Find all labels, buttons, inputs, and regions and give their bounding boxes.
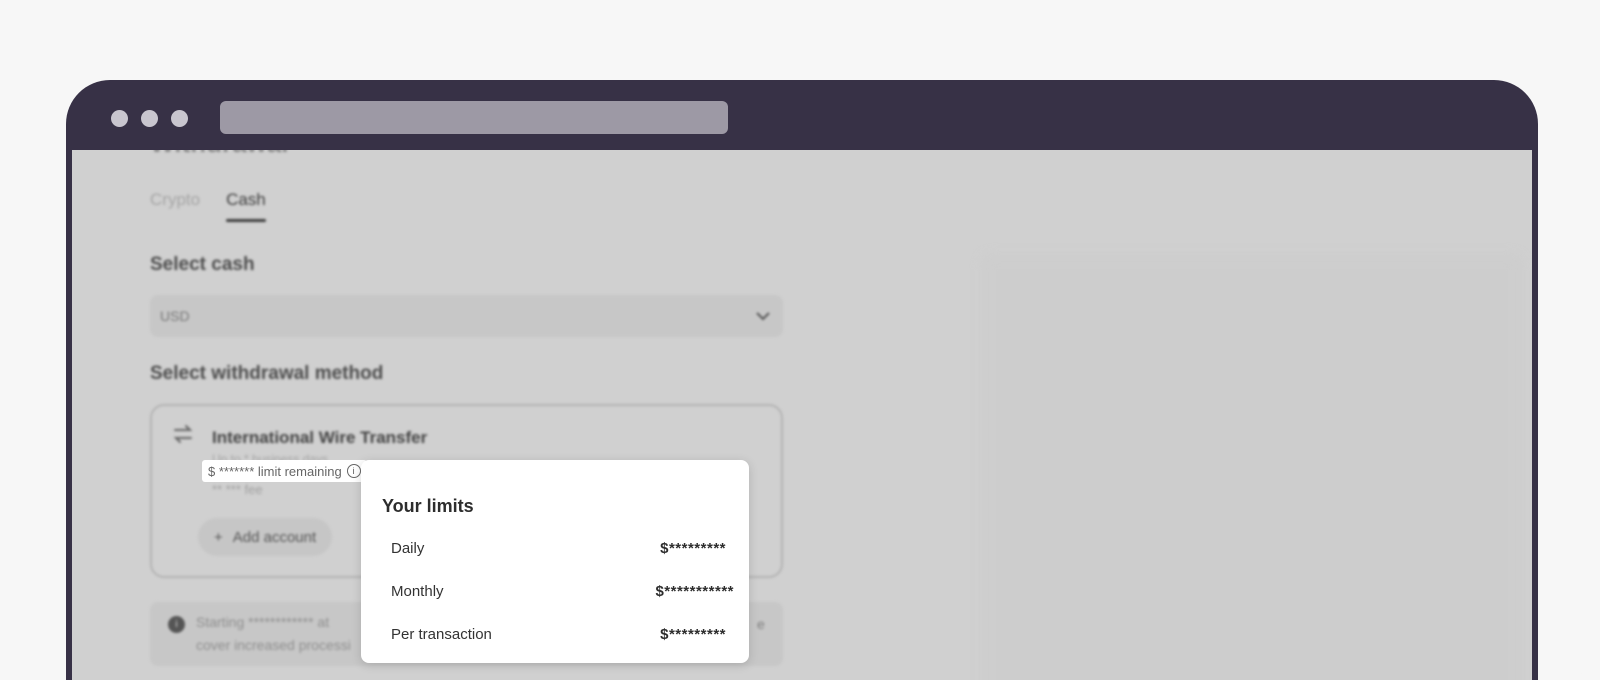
limit-label: Daily: [391, 540, 425, 557]
add-account-button[interactable]: + Add account: [198, 518, 333, 556]
browser-titlebar: [66, 80, 1538, 150]
limits-popover: Your limits Daily $********* Monthly $**…: [361, 460, 749, 663]
window-minimize-dot[interactable]: [141, 110, 158, 127]
limit-remaining-badge[interactable]: $ ******* limit remaining i: [202, 460, 367, 482]
limit-label: Monthly: [391, 583, 444, 600]
add-account-label: Add account: [232, 528, 317, 546]
browser-window: Withdrawal Crypto Cash Select cash USD S…: [66, 80, 1538, 680]
transfer-arrows-icon: [172, 424, 194, 450]
plus-icon: +: [214, 528, 223, 546]
limit-label: Per transaction: [391, 626, 492, 643]
notice-trailing-text: e: [757, 616, 765, 632]
window-close-dot[interactable]: [111, 110, 128, 127]
address-bar[interactable]: [220, 101, 728, 134]
notice-icon: i: [168, 616, 185, 633]
limit-row-per-transaction: Per transaction $*********: [391, 626, 726, 643]
notice-line-2: cover increased processi: [196, 637, 351, 653]
notice-line-1: Starting ************ at: [196, 614, 330, 630]
withdrawal-tabs: Crypto Cash: [150, 190, 266, 222]
tab-crypto[interactable]: Crypto: [150, 190, 200, 222]
limit-value: $*********: [660, 626, 726, 643]
limit-row-monthly: Monthly $***********: [391, 583, 734, 600]
info-icon[interactable]: i: [346, 464, 361, 478]
page-viewport: Withdrawal Crypto Cash Select cash USD S…: [72, 150, 1532, 680]
method-title: International Wire Transfer: [212, 428, 428, 447]
page-background: Withdrawal Crypto Cash Select cash USD S…: [0, 0, 1600, 680]
window-maximize-dot[interactable]: [171, 110, 188, 127]
tab-cash[interactable]: Cash: [226, 190, 266, 222]
page-title: Withdrawal: [150, 150, 288, 159]
limit-remaining-text: $ ******* limit remaining: [208, 463, 342, 479]
cash-currency-select[interactable]: USD: [150, 295, 783, 337]
summary-panel: [982, 255, 1522, 680]
select-cash-label: Select cash: [150, 254, 255, 275]
limits-popover-title: Your limits: [382, 496, 474, 516]
chevron-down-icon: [743, 308, 783, 324]
cash-currency-value: USD: [160, 308, 190, 324]
withdrawal-method-label: Select withdrawal method: [150, 363, 384, 384]
limit-row-daily: Daily $*********: [391, 540, 726, 557]
method-fee: ** *** fee: [212, 482, 263, 497]
limit-value: $*********: [660, 540, 726, 557]
limit-value: $***********: [655, 583, 734, 600]
dimmed-page-content: Withdrawal Crypto Cash Select cash USD S…: [72, 150, 1532, 680]
